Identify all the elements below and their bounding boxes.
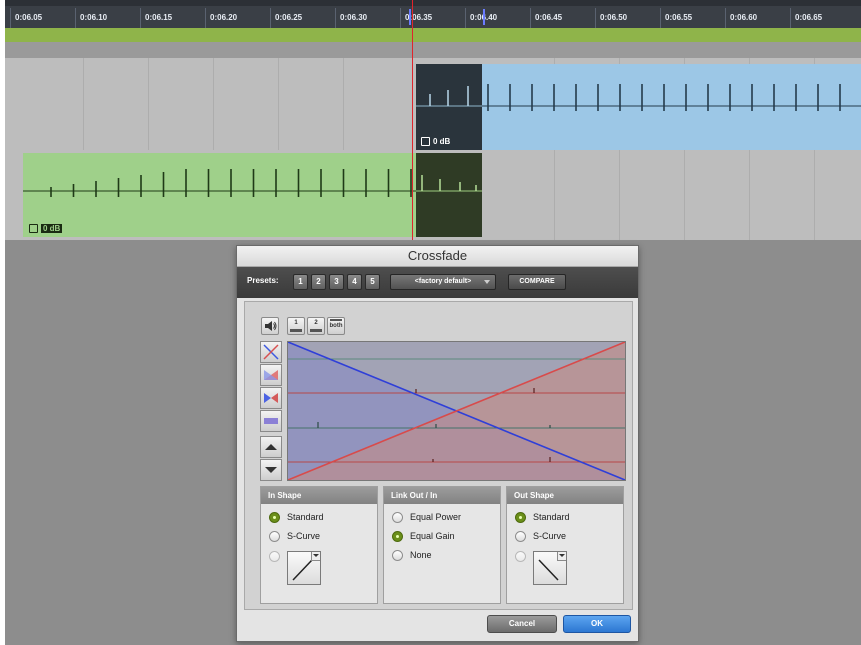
audio-clip-green[interactable]: 0 dB (23, 153, 416, 237)
radio-selected[interactable] (392, 531, 403, 543)
in-shape-scurve-option[interactable]: S-Curve (269, 530, 320, 544)
out-shape-scurve-option[interactable]: S-Curve (515, 530, 566, 544)
crossfade-editor-body: 1 2 both In Shape Standard S-Curve Link … (244, 301, 633, 610)
ruler-upper-strip (5, 0, 861, 6)
radio-unselected[interactable] (392, 512, 403, 524)
chevron-down-icon (311, 552, 320, 561)
chevron-down-icon (484, 280, 490, 284)
link-equal-gain-label: Equal Gain (410, 531, 455, 541)
speaker-icon[interactable] (261, 317, 279, 335)
radio-unselected[interactable] (515, 551, 526, 563)
ruler-tick-label: 0:06.10 (75, 8, 137, 28)
out-shape-scurve-label: S-Curve (533, 531, 567, 541)
dialog-title[interactable]: Crossfade (237, 246, 638, 267)
cancel-button[interactable]: Cancel (487, 615, 557, 633)
view-both-button[interactable]: both (327, 317, 345, 335)
ruler-tick-label: 0:06.25 (270, 8, 332, 28)
audio-clip-blue[interactable] (482, 64, 861, 150)
ruler-lower-strip (5, 42, 861, 58)
crossfade-region-bottom[interactable] (416, 153, 482, 237)
view-out-only-button[interactable]: 1 (287, 317, 305, 335)
timeline-selection-bar[interactable] (5, 28, 861, 42)
ruler-tick-label: 0:06.50 (595, 8, 657, 28)
link-none-option[interactable]: None (392, 549, 432, 563)
clip-gain-badge-bottom[interactable]: 0 dB (29, 224, 63, 234)
preset-button-5[interactable]: 5 (365, 274, 380, 290)
selection-end-marker[interactable] (477, 9, 485, 25)
link-equal-gain-option[interactable]: Equal Gain (392, 530, 455, 544)
factory-preset-select[interactable]: <factory default> (390, 274, 496, 290)
audio-track-2[interactable]: 0 dB (5, 150, 861, 240)
in-shape-standard-label: Standard (287, 512, 324, 522)
power-icon[interactable] (260, 410, 282, 432)
view-in-only-button[interactable]: 2 (307, 317, 325, 335)
chevron-down-icon (557, 552, 566, 561)
clip-gain-badge-top[interactable]: 0 dB (421, 137, 450, 147)
zoom-out-arrow-icon[interactable] (260, 459, 282, 481)
in-shape-standard-option[interactable]: Standard (269, 511, 324, 525)
out-shape-panel: Out Shape Standard S-Curve (506, 486, 624, 604)
view-in-label: 2 (314, 320, 318, 326)
crossfade-both-icon[interactable] (260, 341, 282, 363)
radio-selected[interactable] (269, 512, 280, 524)
link-equal-power-option[interactable]: Equal Power (392, 511, 461, 525)
preset-button-2[interactable]: 2 (311, 274, 326, 290)
fade-in-icon[interactable] (260, 364, 282, 386)
ruler-tick-label: 0:06.60 (725, 8, 787, 28)
out-shape-standard-label: Standard (533, 512, 570, 522)
ruler-tick-label: 0:06.55 (660, 8, 722, 28)
radio-unselected[interactable] (515, 531, 526, 543)
presets-label: Presets: (247, 276, 279, 285)
zoom-in-arrow-icon[interactable] (260, 436, 282, 458)
in-shape-scurve-label: S-Curve (287, 531, 321, 541)
presets-bar: Presets: 1 2 3 4 5 <factory default> COM… (237, 267, 638, 298)
timeline-ruler[interactable]: 0:06.05 0:06.10 0:06.15 0:06.20 0:06.25 0:06.… (5, 0, 861, 28)
view-out-label: 1 (294, 320, 298, 326)
audio-track-1[interactable]: 0 dB (5, 58, 861, 150)
fade-out-shape-selector[interactable] (533, 551, 567, 585)
link-none-label: None (410, 550, 432, 560)
link-equal-power-label: Equal Power (410, 512, 462, 522)
in-shape-custom-option[interactable] (269, 550, 287, 564)
clip-gain-icon (29, 224, 38, 234)
out-shape-custom-option[interactable] (515, 550, 533, 564)
ruler-tick-label: 0:06.30 (335, 8, 397, 28)
ok-button[interactable]: OK (563, 615, 631, 633)
ruler-tick-label: 0:06.45 (530, 8, 592, 28)
ruler-tick-label: 0:06.40 (465, 8, 527, 28)
radio-selected[interactable] (515, 512, 526, 524)
link-title: Link Out / In (384, 487, 500, 504)
dialog-footer: Cancel OK (244, 610, 631, 637)
compare-button[interactable]: COMPARE (508, 274, 566, 290)
preset-button-4[interactable]: 4 (347, 274, 362, 290)
view-both-label: both (329, 323, 343, 329)
ruler-tick-label: 0:06.05 (10, 8, 72, 28)
in-shape-title: In Shape (261, 487, 377, 504)
in-shape-panel: In Shape Standard S-Curve (260, 486, 378, 604)
crossfade-region-top[interactable]: 0 dB (416, 64, 482, 150)
link-panel: Link Out / In Equal Power Equal Gain Non… (383, 486, 501, 604)
radio-unselected[interactable] (269, 551, 280, 563)
daw-edit-window: 0:06.05 0:06.10 0:06.15 0:06.20 0:06.25 0:06.… (5, 0, 861, 645)
crossfade-curve-graph[interactable] (287, 341, 626, 481)
factory-preset-value: <factory default> (414, 278, 472, 285)
radio-unselected[interactable] (392, 550, 403, 562)
ruler-tick-label: 0:06.15 (140, 8, 202, 28)
ruler-tick-label: 0:06.20 (205, 8, 267, 28)
preset-button-3[interactable]: 3 (329, 274, 344, 290)
fade-in-shape-selector[interactable] (287, 551, 321, 585)
out-shape-standard-option[interactable]: Standard (515, 511, 570, 525)
radio-unselected[interactable] (269, 531, 280, 543)
preset-button-1[interactable]: 1 (293, 274, 308, 290)
clip-gain-icon (421, 137, 430, 147)
selection-start-marker[interactable] (409, 9, 417, 25)
playhead-cursor[interactable] (412, 0, 413, 240)
fade-out-icon[interactable] (260, 387, 282, 409)
out-shape-title: Out Shape (507, 487, 623, 504)
ruler-tick-label: 0:06.65 (790, 8, 852, 28)
crossfade-dialog: Crossfade Presets: 1 2 3 4 5 <factory de… (236, 245, 639, 642)
